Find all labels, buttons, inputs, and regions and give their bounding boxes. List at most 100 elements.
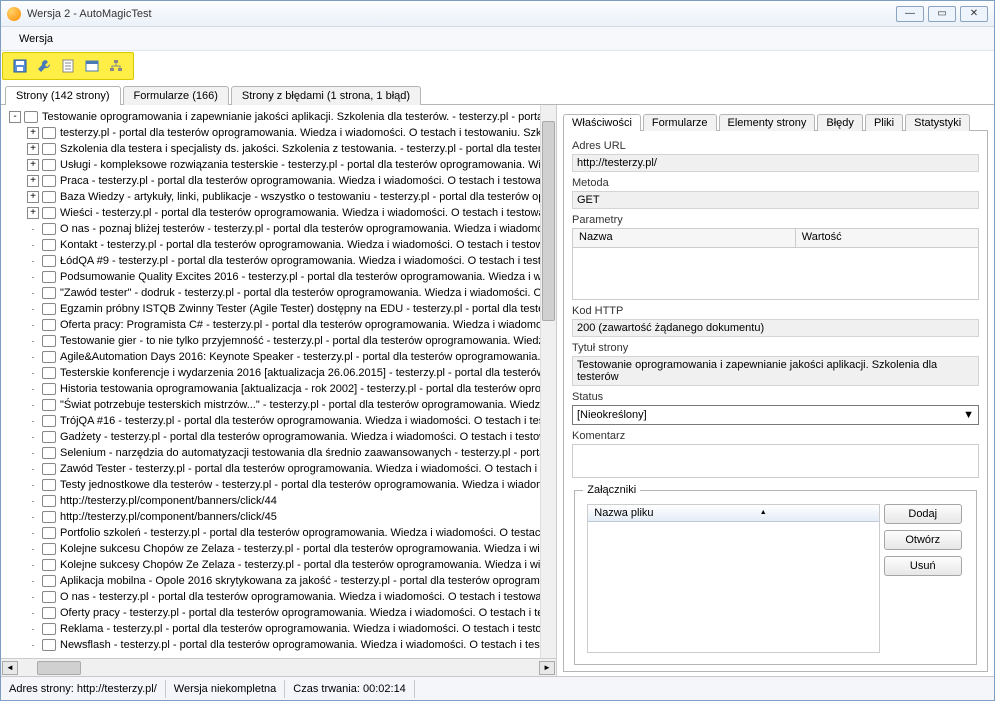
tree-row[interactable]: ·http://testerzy.pl/component/banners/cl…	[5, 509, 556, 525]
tab-formularze[interactable]: Formularze (166)	[123, 86, 229, 105]
tree-row[interactable]: ·TrójQA #16 - testerzy.pl - portal dla t…	[5, 413, 556, 429]
tree-bullet: ·	[27, 399, 39, 411]
horizontal-scrollbar[interactable]: ◄►	[1, 658, 556, 676]
param-col-name[interactable]: Nazwa	[573, 229, 796, 247]
tree-bullet: ·	[27, 383, 39, 395]
tree-bullet: ·	[27, 479, 39, 491]
tree-row[interactable]: + testerzy.pl - portal dla testerów oprog…	[5, 125, 556, 141]
save-icon[interactable]	[11, 57, 29, 75]
toolbar	[2, 52, 134, 80]
tree-row[interactable]: +Wieści - testerzy.pl - portal dla teste…	[5, 205, 556, 221]
delete-button[interactable]: Usuń	[884, 556, 962, 576]
tab-strony[interactable]: Strony (142 strony)	[5, 86, 121, 105]
open-button[interactable]: Otwórz	[884, 530, 962, 550]
tree-row[interactable]: ·Oferta pracy: Programista C# - testerzy…	[5, 317, 556, 333]
comment-input[interactable]	[572, 444, 979, 478]
tree-row[interactable]: ·Oferty pracy - testerzy.pl - portal dla…	[5, 605, 556, 621]
status-select[interactable]: [Nieokreślony] ▼	[572, 405, 979, 425]
window-title: Wersja 2 - AutoMagicTest	[27, 8, 896, 20]
sitemap-icon[interactable]	[107, 57, 125, 75]
add-button[interactable]: Dodaj	[884, 504, 962, 524]
tree-row[interactable]: ·Egzamin próbny ISTQB Zwinny Tester (Agi…	[5, 301, 556, 317]
minimize-button[interactable]: —	[896, 6, 924, 22]
page-icon	[42, 623, 56, 635]
page-icon	[42, 335, 56, 347]
tree-row[interactable]: ·O nas - testerzy.pl - portal dla tester…	[5, 589, 556, 605]
tree-row[interactable]: ·Kontakt - testerzy.pl - portal dla test…	[5, 237, 556, 253]
page-icon	[42, 575, 56, 587]
subtab-bledy[interactable]: Błędy	[817, 114, 863, 131]
tree-bullet: ·	[27, 511, 39, 523]
tree-row[interactable]: ·Gadżety - testerzy.pl - portal dla test…	[5, 429, 556, 445]
page-icon	[42, 367, 56, 379]
tree-row[interactable]: ·Zawód Tester - testerzy.pl - portal dla…	[5, 461, 556, 477]
tree-label: testerzy.pl - portal dla testerów oprogr…	[60, 127, 547, 139]
tree-row[interactable]: ·Selenium - narzędzia do automatyzacji t…	[5, 445, 556, 461]
expand-icon[interactable]: +	[27, 207, 39, 219]
subtab-elementy[interactable]: Elementy strony	[719, 114, 816, 131]
tree-label: Testowanie oprogramowania i zapewnianie …	[42, 111, 546, 123]
tree-label: Testy jednostkowe dla testerów - testerz…	[60, 479, 545, 491]
tree-row[interactable]: ·"Świat potrzebuje testerskich mistrzów.…	[5, 397, 556, 413]
close-button[interactable]: ✕	[960, 6, 988, 22]
collapse-icon[interactable]: -	[9, 111, 21, 123]
tree-row[interactable]: ·O nas - poznaj bliżej testerów - tester…	[5, 221, 556, 237]
tree-row[interactable]: +Szkolenia dla testera i specjalisty ds.…	[5, 141, 556, 157]
tree-row[interactable]: ·Podsumowanie Quality Excites 2016 - tes…	[5, 269, 556, 285]
tree-bullet: ·	[27, 447, 39, 459]
expand-icon[interactable]: +	[27, 143, 39, 155]
subtab-pliki[interactable]: Pliki	[865, 114, 903, 131]
tree-row[interactable]: ·Reklama - testerzy.pl - portal dla test…	[5, 621, 556, 637]
page-icon	[42, 223, 56, 235]
attachments-header[interactable]: Nazwa pliku ▲	[588, 505, 879, 522]
params-body[interactable]	[572, 248, 979, 300]
maximize-button[interactable]: ▭	[928, 6, 956, 22]
tree-row[interactable]: +Praca - testerzy.pl - portal dla tester…	[5, 173, 556, 189]
tree-row[interactable]: ·Agile&Automation Days 2016: Keynote Spe…	[5, 349, 556, 365]
tree-row[interactable]: - Testowanie oprogramowania i zapewnianie…	[5, 109, 556, 125]
document-icon[interactable]	[59, 57, 77, 75]
param-col-value[interactable]: Wartość	[796, 229, 978, 247]
tree-row[interactable]: ·Testerskie konferencje i wydarzenia 201…	[5, 365, 556, 381]
page-icon	[42, 239, 56, 251]
tree-row[interactable]: ·Kolejne sukcesy Chopów Ze Zelaza - test…	[5, 557, 556, 573]
tree-row[interactable]: +Usługi - kompleksowe rozwiązania tester…	[5, 157, 556, 173]
wrench-icon[interactable]	[35, 57, 53, 75]
attachments-list[interactable]: Nazwa pliku ▲	[587, 504, 880, 653]
page-icon	[42, 607, 56, 619]
params-label: Parametry	[572, 214, 979, 226]
tree-row[interactable]: ·Testowanie gier - to nie tylko przyjemn…	[5, 333, 556, 349]
expand-icon[interactable]: +	[27, 175, 39, 187]
subtab-formularze[interactable]: Formularze	[643, 114, 717, 131]
expand-icon[interactable]: +	[27, 159, 39, 171]
tree-row[interactable]: ·Aplikacja mobilna - Opole 2016 skrytyko…	[5, 573, 556, 589]
tree-row[interactable]: ·Historia testowania oprogramowania [akt…	[5, 381, 556, 397]
tab-bledy[interactable]: Strony z błędami (1 strona, 1 błąd)	[231, 86, 421, 105]
form-icon[interactable]	[83, 57, 101, 75]
status-address: Adres strony: http://testerzy.pl/	[1, 680, 166, 698]
tree-row[interactable]: ·ŁódQA #9 - testerzy.pl - portal dla tes…	[5, 253, 556, 269]
menu-wersja[interactable]: Wersja	[9, 30, 63, 48]
expand-icon[interactable]: +	[27, 191, 39, 203]
tree-row[interactable]: +Baza Wiedzy - artykuły, linki, publikac…	[5, 189, 556, 205]
subtab-statystyki[interactable]: Statystyki	[905, 114, 970, 131]
tree-row[interactable]: ·http://testerzy.pl/component/banners/cl…	[5, 493, 556, 509]
page-icon	[42, 639, 56, 651]
tree-row[interactable]: ·Portfolio szkoleń - testerzy.pl - porta…	[5, 525, 556, 541]
properties-pane: Właściwości Formularze Elementy strony B…	[557, 105, 994, 676]
tree-bullet: ·	[27, 463, 39, 475]
property-tabs: Właściwości Formularze Elementy strony B…	[563, 109, 988, 131]
tree-row[interactable]: ·Newsflash - testerzy.pl - portal dla te…	[5, 637, 556, 653]
subtab-wlasciwosci[interactable]: Właściwości	[563, 114, 641, 131]
tree-row[interactable]: ·"Zawód tester" - dodruk - testerzy.pl -…	[5, 285, 556, 301]
vertical-scrollbar[interactable]	[540, 105, 556, 658]
page-tree[interactable]: - Testowanie oprogramowania i zapewnianie…	[1, 105, 556, 658]
tree-row[interactable]: · Testy jednostkowe dla testerów - tester…	[5, 477, 556, 493]
pagetitle-label: Tytuł strony	[572, 342, 979, 354]
page-icon	[42, 159, 56, 171]
comment-label: Komentarz	[572, 430, 979, 442]
attachments-group: Załączniki Nazwa pliku ▲ Dodaj Otwórz Us…	[574, 484, 977, 665]
tree-row[interactable]: ·Kolejne sukcesu Chopów ze Zelaza - test…	[5, 541, 556, 557]
page-icon	[42, 463, 56, 475]
expand-icon[interactable]: +	[27, 127, 39, 139]
